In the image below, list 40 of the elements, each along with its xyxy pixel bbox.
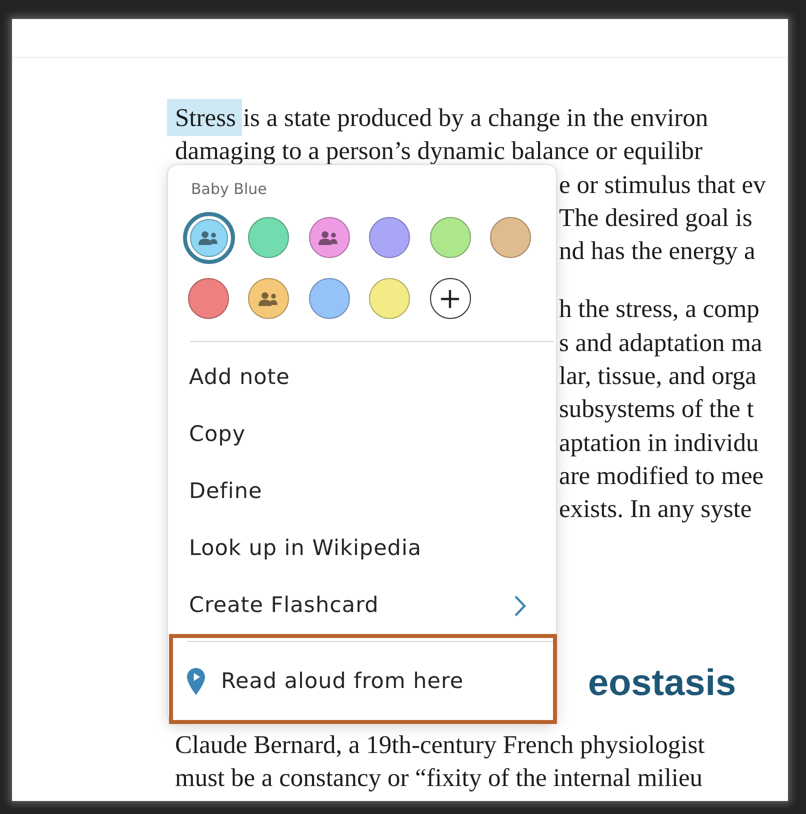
pin-icon bbox=[187, 668, 205, 694]
menu-item[interactable]: Copy bbox=[168, 406, 556, 463]
color-swatch[interactable] bbox=[308, 278, 350, 319]
people-icon bbox=[198, 230, 220, 244]
body-text: lar, tissue, and orga bbox=[559, 361, 757, 390]
plus-icon bbox=[440, 288, 460, 308]
section-heading: eostasis bbox=[588, 662, 736, 703]
color-swatch[interactable] bbox=[369, 217, 410, 258]
color-swatch[interactable] bbox=[308, 217, 350, 258]
body-text: are modified to mee bbox=[559, 460, 764, 490]
people-icon bbox=[318, 230, 340, 244]
body-text: Claude Bernard, a 19th-century French physiologist bbox=[175, 730, 705, 759]
body-text: is a state produced by a change in the environ bbox=[242, 103, 708, 132]
menu-item[interactable]: Add note bbox=[168, 349, 556, 406]
body-text: The desired goal is bbox=[559, 202, 752, 232]
color-swatch[interactable] bbox=[490, 217, 531, 258]
chevron-right-icon bbox=[514, 594, 526, 616]
color-swatch[interactable] bbox=[369, 278, 410, 319]
body-text: aptation in individu bbox=[559, 428, 759, 457]
color-swatch[interactable] bbox=[188, 278, 229, 319]
color-swatch[interactable] bbox=[430, 217, 471, 258]
body-text: nd has the energy a bbox=[559, 236, 756, 266]
body-text: exists. In any syste bbox=[559, 494, 752, 524]
highlighted-word: Stress bbox=[167, 99, 242, 136]
body-text: s and adaptation ma bbox=[559, 328, 762, 357]
add-color-button[interactable] bbox=[430, 278, 471, 319]
color-swatch[interactable] bbox=[248, 217, 290, 258]
color-swatch[interactable] bbox=[190, 218, 228, 256]
body-text: subsystems of the t bbox=[559, 394, 754, 424]
body-text: must be a constancy or “fixity of the internal milieu bbox=[175, 762, 703, 792]
body-text: damaging to a person’s dynamic balance or equilibr bbox=[175, 136, 703, 166]
menu-item[interactable]: Create Flashcard bbox=[168, 577, 556, 634]
body-text: e or stimulus that ev bbox=[559, 170, 766, 199]
color-swatch[interactable] bbox=[248, 278, 290, 319]
color-name-label: Baby Blue bbox=[190, 179, 268, 199]
menu-item[interactable]: Look up in Wikipedia bbox=[168, 520, 556, 577]
people-icon bbox=[258, 292, 280, 306]
menu-item[interactable]: Read aloud from here bbox=[169, 634, 557, 724]
body-text: h the stress, a comp bbox=[559, 294, 760, 324]
menu-item[interactable]: Define bbox=[168, 463, 556, 520]
